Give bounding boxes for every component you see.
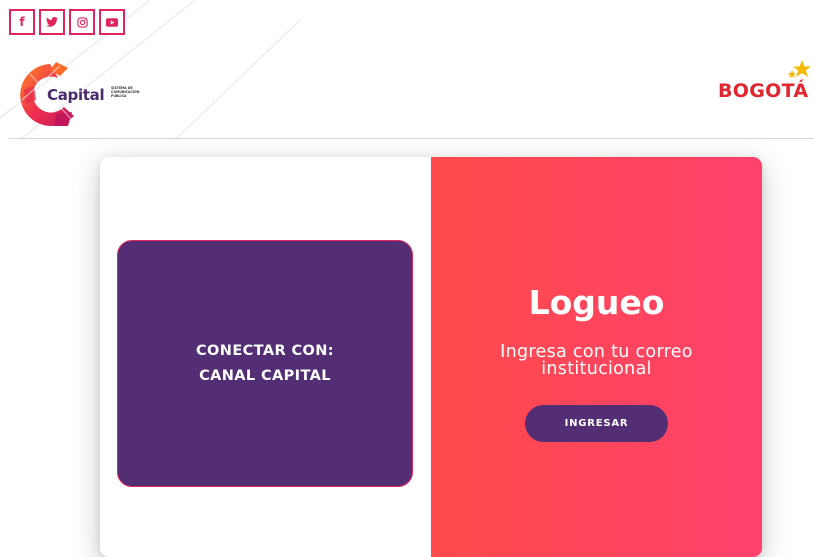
twitter-icon [46,17,58,27]
logo-tagline: Sistema de Comunicación Pública [111,86,140,98]
login-right-panel: Logueo Ingresa con tu correo institucion… [431,157,762,557]
instagram-icon [76,16,88,28]
facebook-link[interactable]: f [9,9,35,35]
logo-text: Capital [47,86,105,104]
youtube-link[interactable] [99,9,125,35]
youtube-icon [106,17,118,27]
site-header: f Capital SISTEMA DE COMUNICACIÓN PÚBLIC… [0,0,814,140]
connect-label: CONECTAR CON: CANAL CAPITAL [196,339,334,389]
connect-label-line1: CONECTAR CON: [196,342,334,359]
connect-canal-capital-button[interactable]: CONECTAR CON: CANAL CAPITAL [117,240,413,487]
instagram-link[interactable] [69,9,95,35]
social-links: f [9,9,125,35]
login-subtitle: Ingresa con tu correo institucional [500,342,693,379]
twitter-link[interactable] [39,9,65,35]
login-card: CONECTAR CON: CANAL CAPITAL Logueo Ingre… [100,157,762,557]
login-title: Logueo [528,283,665,322]
login-left-panel: CONECTAR CON: CANAL CAPITAL [100,157,431,557]
bogota-logo[interactable]: BOGOTÁ [718,58,814,108]
connect-label-line2: CANAL CAPITAL [199,367,331,384]
ingresar-button[interactable]: INGRESAR [525,405,668,442]
capital-logo[interactable]: Capital Sistema de Comunicación Pública [16,60,156,130]
header-divider [9,138,814,139]
bogota-text: BOGOTÁ [718,80,809,102]
facebook-icon: f [19,15,25,29]
